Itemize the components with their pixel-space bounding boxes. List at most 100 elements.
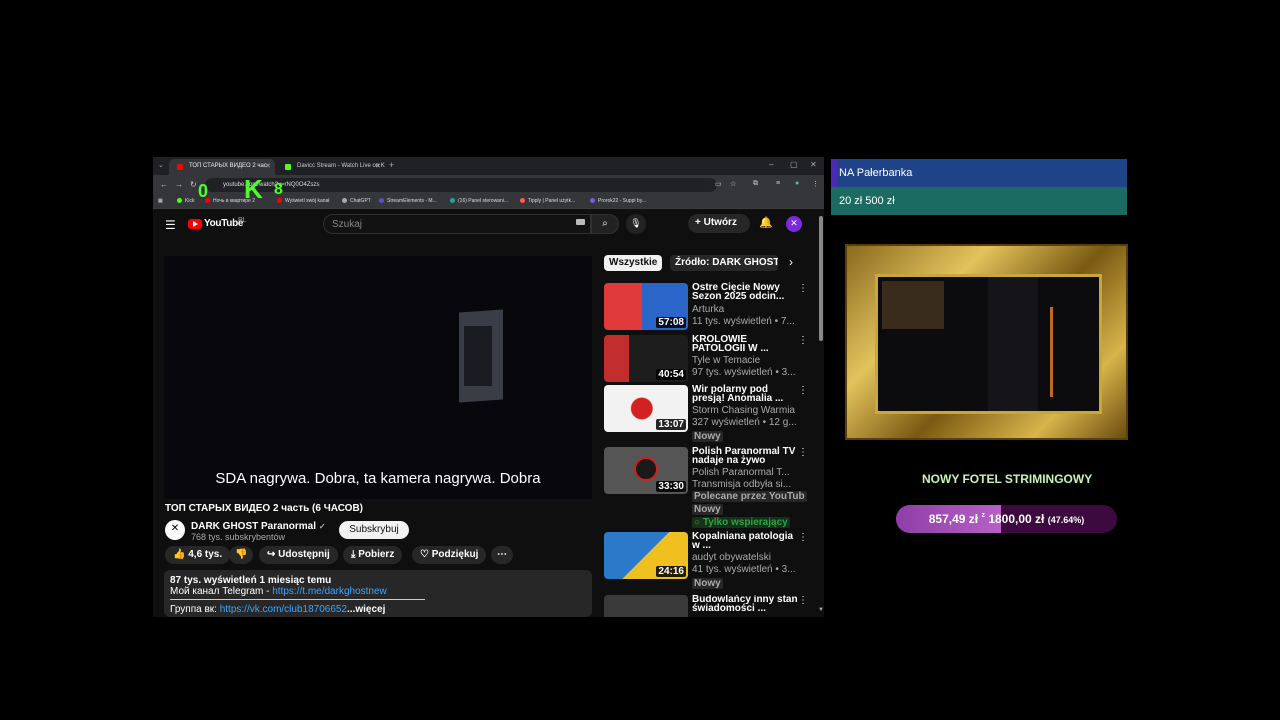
more-options-icon[interactable]: ⋮ <box>798 385 808 396</box>
bookmark-channel[interactable]: Wyświetl swój kanał <box>277 198 329 204</box>
recommendation-title[interactable]: Kopalniana patologia w ... <box>692 532 800 551</box>
bookmark-streamelements[interactable]: StreamElements - M... <box>379 198 437 204</box>
overlay-zero: 0 <box>198 181 209 201</box>
subscribe-button[interactable]: Subskrybuj <box>339 521 409 539</box>
video-thumbnail[interactable] <box>604 595 688 617</box>
tip-amount-banner: 20 zł 500 zł <box>831 187 1127 215</box>
hamburger-menu-icon[interactable]: ☰ <box>165 218 176 232</box>
channel-name[interactable]: DARK GHOST Paranormal ✓ <box>191 521 326 532</box>
close-tab-icon[interactable]: ✕ <box>265 162 271 170</box>
share-button[interactable]: ↪ Udostępnij <box>259 546 338 564</box>
bookmark-label: Prorok22 - Suppi by... <box>598 198 646 204</box>
recommendation-item[interactable]: Budowlańcy inny stan świadomości ... ⋮ <box>604 595 814 617</box>
tab-kick[interactable]: Davicc Stream - Watch Live on K ✕ <box>277 159 385 175</box>
tab-youtube[interactable]: ТОП СТАРЫХ ВИДЕО 2 час ✕ <box>169 159 275 175</box>
bookmark-label: Wyświetl swój kanał <box>285 198 330 204</box>
recommendation-item[interactable]: 40:54 KROLOWIE PATOLOGII W ... Tyle w Te… <box>604 335 814 383</box>
recommendation-meta: 41 tys. wyświetleń • 3... <box>692 564 796 575</box>
webcam-frame <box>845 244 1128 440</box>
vk-link[interactable]: https://vk.com/club18706652 <box>220 604 347 615</box>
webcam-light-strip <box>1050 307 1053 397</box>
search-input[interactable]: Szukaj <box>323 214 591 234</box>
dislike-button[interactable]: 👎 <box>229 546 254 564</box>
more-options-icon[interactable]: ⋮ <box>798 532 808 543</box>
minimize-icon[interactable]: – <box>769 160 773 169</box>
youtube-header: ☰ YouTube PL Szukaj ⌕ 🎙 + Utwórz 🔔 ✕ <box>153 210 817 240</box>
channel-avatar[interactable]: ✕ <box>165 520 185 540</box>
search-button[interactable]: ⌕ <box>591 214 619 234</box>
menu-icon[interactable]: ⋮ <box>812 180 819 188</box>
youtube-logo-icon[interactable] <box>188 219 202 229</box>
video-thumbnail[interactable]: 24:16 <box>604 532 688 579</box>
recommendation-title[interactable]: Ostre Cięcie Nowy Sezon 2025 odcin... <box>692 283 800 302</box>
recommendation-item[interactable]: 24:16 Kopalniana patologia w ... audyt o… <box>604 532 814 590</box>
keyboard-icon[interactable] <box>576 219 585 225</box>
extensions-icon[interactable]: ⧉ <box>753 180 758 188</box>
overlay-eight: 8 <box>274 181 283 198</box>
tab-search-icon[interactable]: ⌄ <box>158 161 164 169</box>
bookmark-chatgpt[interactable]: ChatGPT <box>342 198 371 204</box>
scrollbar-thumb[interactable] <box>819 216 823 341</box>
account-avatar[interactable]: ✕ <box>786 216 802 232</box>
apps-icon[interactable]: ▦ <box>158 198 163 204</box>
media-icon[interactable]: ≡ <box>776 180 780 187</box>
more-options-icon[interactable]: ⋮ <box>798 335 808 346</box>
maximize-icon[interactable]: ▢ <box>790 160 798 169</box>
recommendation-item[interactable]: 57:08 Ostre Cięcie Nowy Sezon 2025 odcin… <box>604 283 814 331</box>
video-thumbnail[interactable]: 33:30 <box>604 447 688 494</box>
show-more-link[interactable]: ...więcej <box>347 604 385 615</box>
create-button[interactable]: + Utwórz <box>688 214 750 233</box>
more-actions-button[interactable]: ⋯ <box>491 546 513 564</box>
subscriber-count: 768 tys. subskrybentów <box>191 532 286 542</box>
scroll-down-arrow-icon[interactable]: ▼ <box>818 607 824 613</box>
video-thumbnail[interactable]: 13:07 <box>604 385 688 432</box>
close-window-icon[interactable]: ✕ <box>810 160 817 169</box>
more-options-icon[interactable]: ⋮ <box>798 283 808 294</box>
bookmark-panel[interactable]: (16) Panel sterowani... <box>450 198 508 204</box>
chip-all[interactable]: Wszystkie <box>604 255 663 271</box>
telegram-label: Мой канал Telegram - <box>170 586 273 597</box>
profile-icon[interactable]: ● <box>795 180 799 187</box>
voice-search-button[interactable]: 🎙 <box>626 214 646 234</box>
download-button[interactable]: ⤓ Pobierz <box>343 546 403 564</box>
panel-icon <box>450 198 455 204</box>
recommendation-item[interactable]: 13:07 Wir polarny pod presją! Anomalia .… <box>604 385 814 443</box>
video-title: ТОП СТАРЫХ ВИДЕО 2 часть (6 ЧАСОВ) <box>165 503 364 514</box>
notifications-bell-icon[interactable]: 🔔 <box>759 216 773 229</box>
search-icon: ⌕ <box>602 218 608 229</box>
recommended-badge: Polecane przez YouTub <box>692 491 807 502</box>
telegram-link[interactable]: https://t.me/darkghostnew <box>272 586 387 597</box>
bookmark-tipply[interactable]: Tipply | Panel użytk... <box>520 198 575 204</box>
chip-source[interactable]: Źródło: DARK GHOST <box>670 255 778 271</box>
description-box[interactable]: 87 tys. wyświetleń 1 miesiąc temu Мой ка… <box>164 570 592 617</box>
bookmark-star-icon[interactable]: ☆ <box>730 180 736 188</box>
back-icon[interactable]: ← <box>160 180 168 189</box>
recommendation-title[interactable]: Budowlańcy inny stan świadomości ... <box>692 595 800 614</box>
bookmark-prorok[interactable]: Prorok22 - Suppi by... <box>590 198 646 204</box>
new-tab-button[interactable]: + <box>389 160 394 170</box>
close-tab-icon[interactable]: ✕ <box>375 162 381 170</box>
recommendation-title[interactable]: Wir polarny pod presją! Anomalia ... <box>692 385 800 404</box>
like-button[interactable]: 👍 4,6 tys. <box>165 546 231 564</box>
video-thumbnail[interactable]: 57:08 <box>604 283 688 330</box>
more-options-icon[interactable]: ⋮ <box>798 595 808 606</box>
recommendation-title[interactable]: Polish Paranormal TV nadaje na żywo <box>692 447 800 466</box>
thanks-button[interactable]: ♡ Podziękuj <box>412 546 487 564</box>
cast-icon[interactable]: ▭ <box>715 180 722 188</box>
forward-icon[interactable]: → <box>175 180 183 189</box>
new-badge: Nowy <box>692 578 723 589</box>
bookmark-kick[interactable]: Kick <box>177 198 194 204</box>
recommendation-channel: Storm Chasing Warmia <box>692 405 795 416</box>
create-label: + Utwórz <box>695 217 737 228</box>
recommendation-title[interactable]: KROLOWIE PATOLOGII W ... <box>692 335 800 354</box>
chevron-right-icon[interactable]: › <box>789 255 793 269</box>
more-options-icon[interactable]: ⋮ <box>798 447 808 458</box>
browser-window: ⌄ ТОП СТАРЫХ ВИДЕО 2 час ✕ Davicc Stream… <box>153 157 824 617</box>
video-player[interactable]: SDA nagrywa. Dobra, ta kamera nagrywa. D… <box>164 256 592 499</box>
description-telegram: Мой канал Telegram - https://t.me/darkgh… <box>170 586 586 597</box>
members-only-badge: ○ Tylko wspierający <box>692 517 790 528</box>
recommendation-item[interactable]: 33:30 Polish Paranormal TV nadaje na żyw… <box>604 447 814 529</box>
reload-icon[interactable]: ↻ <box>190 180 197 189</box>
video-thumbnail[interactable]: 40:54 <box>604 335 688 382</box>
recommendation-meta: 97 tys. wyświetleń • 3... <box>692 367 796 378</box>
